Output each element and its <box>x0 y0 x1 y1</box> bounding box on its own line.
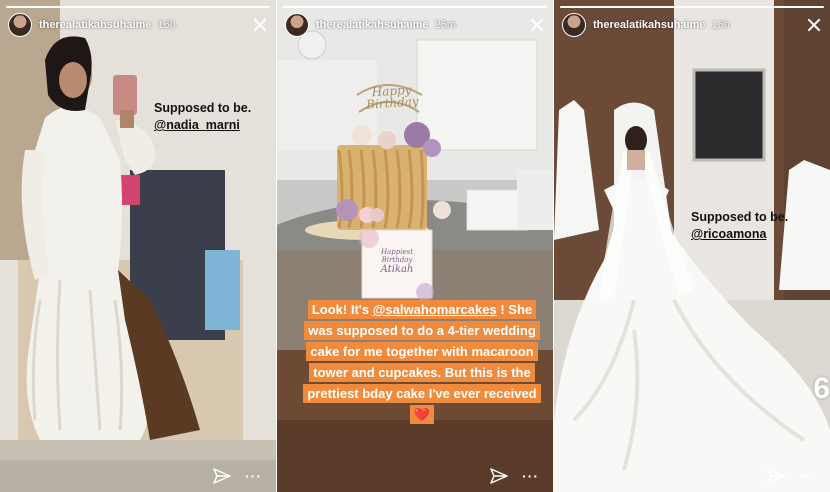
story-header: therealatikahsuhaime 16h <box>8 13 268 37</box>
birthday-card: Happiest Birthday Atikah <box>362 248 432 276</box>
card-line: Happiest <box>380 248 414 256</box>
story-panel-1[interactable]: therealatikahsuhaime 16h Supposed to be.… <box>0 0 276 492</box>
username[interactable]: therealatikahsuhaime <box>39 19 152 31</box>
user-avatar[interactable] <box>8 13 32 37</box>
story-caption: Supposed to be. @nadia_marni <box>154 100 251 134</box>
post-time: 16h <box>157 19 176 31</box>
close-icon[interactable] <box>529 17 545 33</box>
more-dots-icon[interactable]: ··· <box>522 469 539 483</box>
post-time: 25m <box>434 19 456 31</box>
story-footer: ··· <box>490 468 539 484</box>
paper-plane-icon[interactable] <box>213 468 231 484</box>
username[interactable]: therealatikahsuhaime <box>316 19 429 31</box>
progress-segment <box>6 6 270 8</box>
story-progress-bar <box>6 6 270 8</box>
story-photo-wedding-gown <box>554 0 830 492</box>
story-photo-mirror-selfie <box>0 0 276 492</box>
story-panel-2[interactable]: Happy Birthday Happiest Birthday Atikah … <box>277 0 553 492</box>
username[interactable]: therealatikahsuhaime <box>593 19 706 31</box>
caption-mention[interactable]: @salwahomarcakes <box>373 302 497 317</box>
caption-mention[interactable]: @ricoamona <box>691 226 788 243</box>
heart-icon: ❤️ <box>413 407 431 422</box>
story-footer: ··· <box>213 468 262 484</box>
caption-line: Supposed to be. <box>691 210 789 224</box>
cake-topper-text: Happy Birthday <box>365 82 420 112</box>
story-header: therealatikahsuhaime 16h <box>562 13 822 37</box>
story-panel-3[interactable]: therealatikahsuhaime 16h Supposed to be.… <box>554 0 830 492</box>
user-avatar[interactable] <box>562 13 586 37</box>
user-avatar[interactable] <box>285 13 309 37</box>
close-icon[interactable] <box>252 17 268 33</box>
progress-segment <box>283 6 547 8</box>
story-progress-bar <box>560 6 824 8</box>
story-header: therealatikahsuhaime 25m <box>285 13 545 37</box>
more-dots-icon[interactable]: ··· <box>799 469 816 483</box>
post-time: 16h <box>711 19 730 31</box>
caption-text: Look! It's @salwahomarcakes ! She was su… <box>303 300 541 424</box>
caption-mention[interactable]: @nadia_marni <box>154 117 251 134</box>
caption-line: Supposed to be. <box>154 101 252 115</box>
card-line: Birthday <box>381 256 413 264</box>
close-icon[interactable] <box>806 17 822 33</box>
story-caption: Supposed to be. @ricoamona <box>691 209 788 243</box>
paper-plane-icon[interactable] <box>767 468 785 484</box>
story-progress-bar <box>283 6 547 8</box>
story-footer: ··· <box>767 468 816 484</box>
edge-number: 6 <box>813 372 830 405</box>
more-dots-icon[interactable]: ··· <box>245 469 262 483</box>
card-name: Atikah <box>380 264 414 275</box>
story-caption: Look! It's @salwahomarcakes ! She was su… <box>297 299 547 425</box>
paper-plane-icon[interactable] <box>490 468 508 484</box>
progress-segment <box>560 6 824 8</box>
